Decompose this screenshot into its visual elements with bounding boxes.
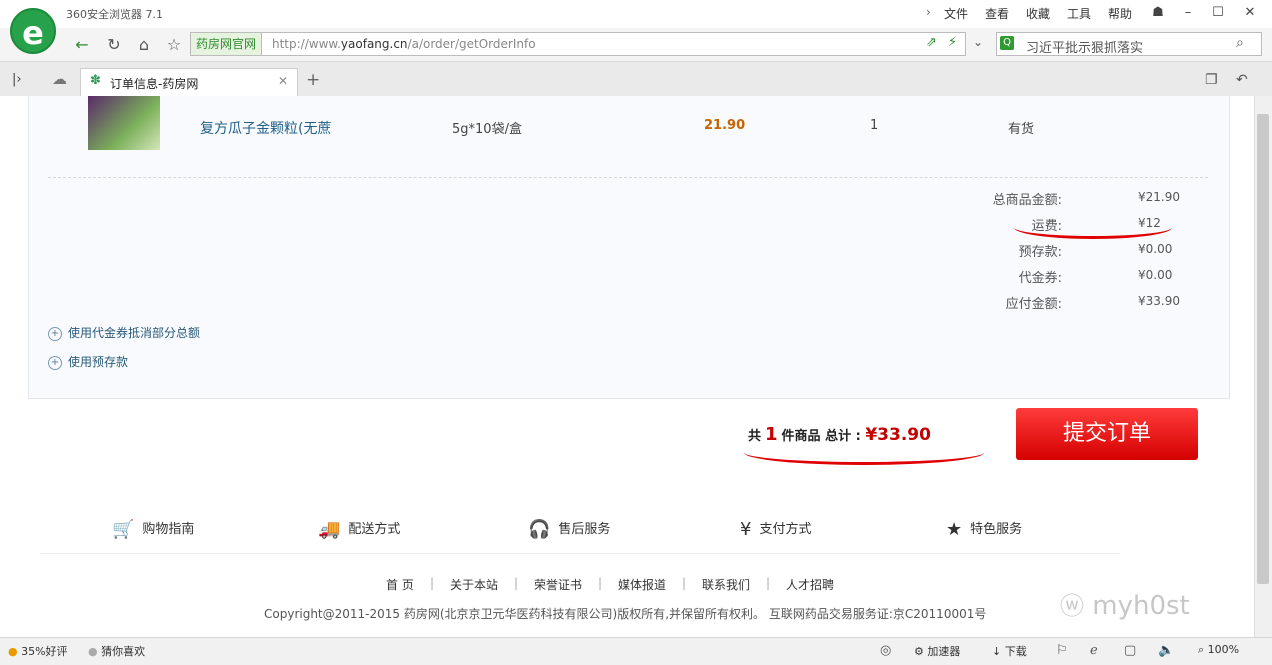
guess-you-like[interactable]: ● 猜你喜欢 xyxy=(88,643,145,659)
summary-value: ¥0.00 xyxy=(1138,268,1173,282)
speed-icon[interactable]: ◎ xyxy=(880,643,891,658)
star-icon: ★ xyxy=(946,519,963,540)
summary-value: ¥21.90 xyxy=(1138,190,1180,204)
menu-help[interactable]: 帮助 xyxy=(1108,5,1132,22)
summary-value: ¥0.00 xyxy=(1138,242,1173,256)
plus-circle-icon: + xyxy=(48,326,62,341)
maximize-button[interactable]: ☐ xyxy=(1204,3,1232,23)
accelerator-button[interactable]: ⚙ 加速器 xyxy=(914,643,960,659)
search-engine-icon[interactable]: Q xyxy=(1000,36,1014,50)
product-spec: 5g*10袋/盒 xyxy=(452,122,522,137)
footer-link-home[interactable]: 首 页 xyxy=(386,576,414,593)
product-qty: 1 xyxy=(870,118,879,133)
link-separator: | xyxy=(514,576,519,590)
service-payment[interactable]: ¥ 支付方式 xyxy=(740,518,811,540)
scrollbar-thumb[interactable] xyxy=(1257,114,1269,584)
download-button[interactable]: ↓ 下载 xyxy=(992,643,1027,659)
footer-link-jobs[interactable]: 人才招聘 xyxy=(786,576,834,593)
site-favicon-icon: ✽ xyxy=(90,73,101,88)
tab-list-icon[interactable]: ❐ xyxy=(1205,72,1218,88)
favorite-star-icon[interactable]: ☆ xyxy=(162,34,186,56)
service-delivery[interactable]: 🚚 配送方式 xyxy=(318,518,400,540)
menu-file[interactable]: 文件 xyxy=(944,5,968,22)
chevron-right-icon[interactable]: › xyxy=(926,5,931,19)
submit-order-button[interactable]: 提交订单 xyxy=(1016,408,1198,460)
watermark: ⓦ myh0st xyxy=(1060,591,1190,621)
status-bar xyxy=(0,637,1272,665)
download-icon: ↓ xyxy=(992,645,1002,658)
use-deposit-toggle[interactable]: + 使用预存款 xyxy=(48,353,128,370)
footer-link-media[interactable]: 媒体报道 xyxy=(618,576,666,593)
link-separator: | xyxy=(430,576,435,590)
dot-icon: ● xyxy=(88,645,98,658)
use-coupon-toggle[interactable]: + 使用代金券抵消部分总额 xyxy=(48,324,200,341)
home-icon[interactable]: ⌂ xyxy=(132,34,156,56)
back-icon[interactable]: ← xyxy=(70,34,94,56)
tab-close-icon[interactable]: ✕ xyxy=(278,74,288,88)
close-button[interactable]: ✕ xyxy=(1236,3,1264,23)
skin-icon[interactable]: ☗ xyxy=(1144,3,1172,23)
divider xyxy=(48,177,1208,178)
product-stock: 有货 xyxy=(1008,122,1035,137)
summary-label: 总商品金额: xyxy=(992,193,1062,208)
wechat-icon: ⓦ xyxy=(1060,592,1084,620)
copyright-text: Copyright@2011-2015 药房网(北京京卫元华医药科技有限公司)版… xyxy=(264,607,987,621)
summary-label: 预存款: xyxy=(1018,245,1062,260)
app-title: 360安全浏览器 7.1 xyxy=(66,8,163,21)
rating-widget[interactable]: ● 35%好评 xyxy=(8,643,68,659)
flag-icon[interactable]: ⚐ xyxy=(1056,643,1068,658)
share-icon[interactable]: ⇗ xyxy=(926,35,937,50)
menu-tools[interactable]: 工具 xyxy=(1067,5,1091,22)
link-separator: | xyxy=(682,576,687,590)
divider xyxy=(40,553,1120,554)
footer-link-honors[interactable]: 荣誉证书 xyxy=(534,576,582,593)
yen-icon: ¥ xyxy=(740,519,752,540)
service-shopping-guide[interactable]: 🛒 购物指南 xyxy=(112,518,194,540)
accelerator-icon: ⚙ xyxy=(914,645,924,658)
volume-icon[interactable]: 🔈 xyxy=(1158,643,1174,658)
menu-favorites[interactable]: 收藏 xyxy=(1026,5,1050,22)
cloud-icon[interactable]: ☁ xyxy=(52,70,67,88)
service-after-sales[interactable]: 🎧 售后服务 xyxy=(528,518,610,540)
plus-circle-icon: + xyxy=(48,355,62,370)
summary-label: 代金券: xyxy=(1018,271,1062,286)
summary-value: ¥33.90 xyxy=(1138,294,1180,308)
sidebar-toggle-icon[interactable]: |› xyxy=(12,72,22,87)
zoom-control[interactable]: ⌕ 100% xyxy=(1198,643,1239,657)
new-tab-icon[interactable]: + xyxy=(306,70,320,90)
red-underline-stroke xyxy=(744,440,984,465)
dropdown-chevron-icon[interactable]: ⌄ xyxy=(973,35,983,49)
browser-logo-icon: e xyxy=(10,8,56,54)
search-icon[interactable]: ⌕ xyxy=(1236,35,1244,51)
url-text[interactable]: http://www.yaofang.cn/a/order/getOrderIn… xyxy=(272,37,536,51)
summary-label: 应付金额: xyxy=(1005,297,1062,312)
footer-link-about[interactable]: 关于本站 xyxy=(450,576,498,593)
truck-icon: 🚚 xyxy=(318,519,341,540)
orange-icon: ● xyxy=(8,645,18,658)
product-image[interactable] xyxy=(88,96,160,150)
ie-icon[interactable]: ℯ xyxy=(1090,643,1098,658)
minimize-button[interactable]: – xyxy=(1174,3,1202,23)
product-name-link[interactable]: 复方瓜子金颗粒(无蔗 xyxy=(200,118,331,138)
footer-link-contact[interactable]: 联系我们 xyxy=(702,576,750,593)
restore-tab-icon[interactable]: ↶ xyxy=(1236,72,1248,88)
lightning-icon[interactable]: ⚡ xyxy=(948,35,957,50)
refresh-icon[interactable]: ↻ xyxy=(102,34,126,56)
red-underline-stroke xyxy=(1014,216,1172,239)
link-separator: | xyxy=(598,576,603,590)
site-tag[interactable]: 药房网官网 xyxy=(191,33,263,55)
menu-view[interactable]: 查看 xyxy=(985,5,1009,22)
zoom-icon: ⌕ xyxy=(1198,643,1205,656)
product-price: 21.90 xyxy=(704,118,746,133)
search-input[interactable]: 习近平批示狠抓落实 xyxy=(1026,37,1143,56)
cart-icon: 🛒 xyxy=(112,519,135,540)
window-icon[interactable]: ▢ xyxy=(1124,643,1136,658)
tab-title: 订单信息-药房网 xyxy=(110,77,199,91)
link-separator: | xyxy=(766,576,771,590)
headphones-icon: 🎧 xyxy=(528,519,551,540)
service-special[interactable]: ★ 特色服务 xyxy=(946,518,1022,540)
